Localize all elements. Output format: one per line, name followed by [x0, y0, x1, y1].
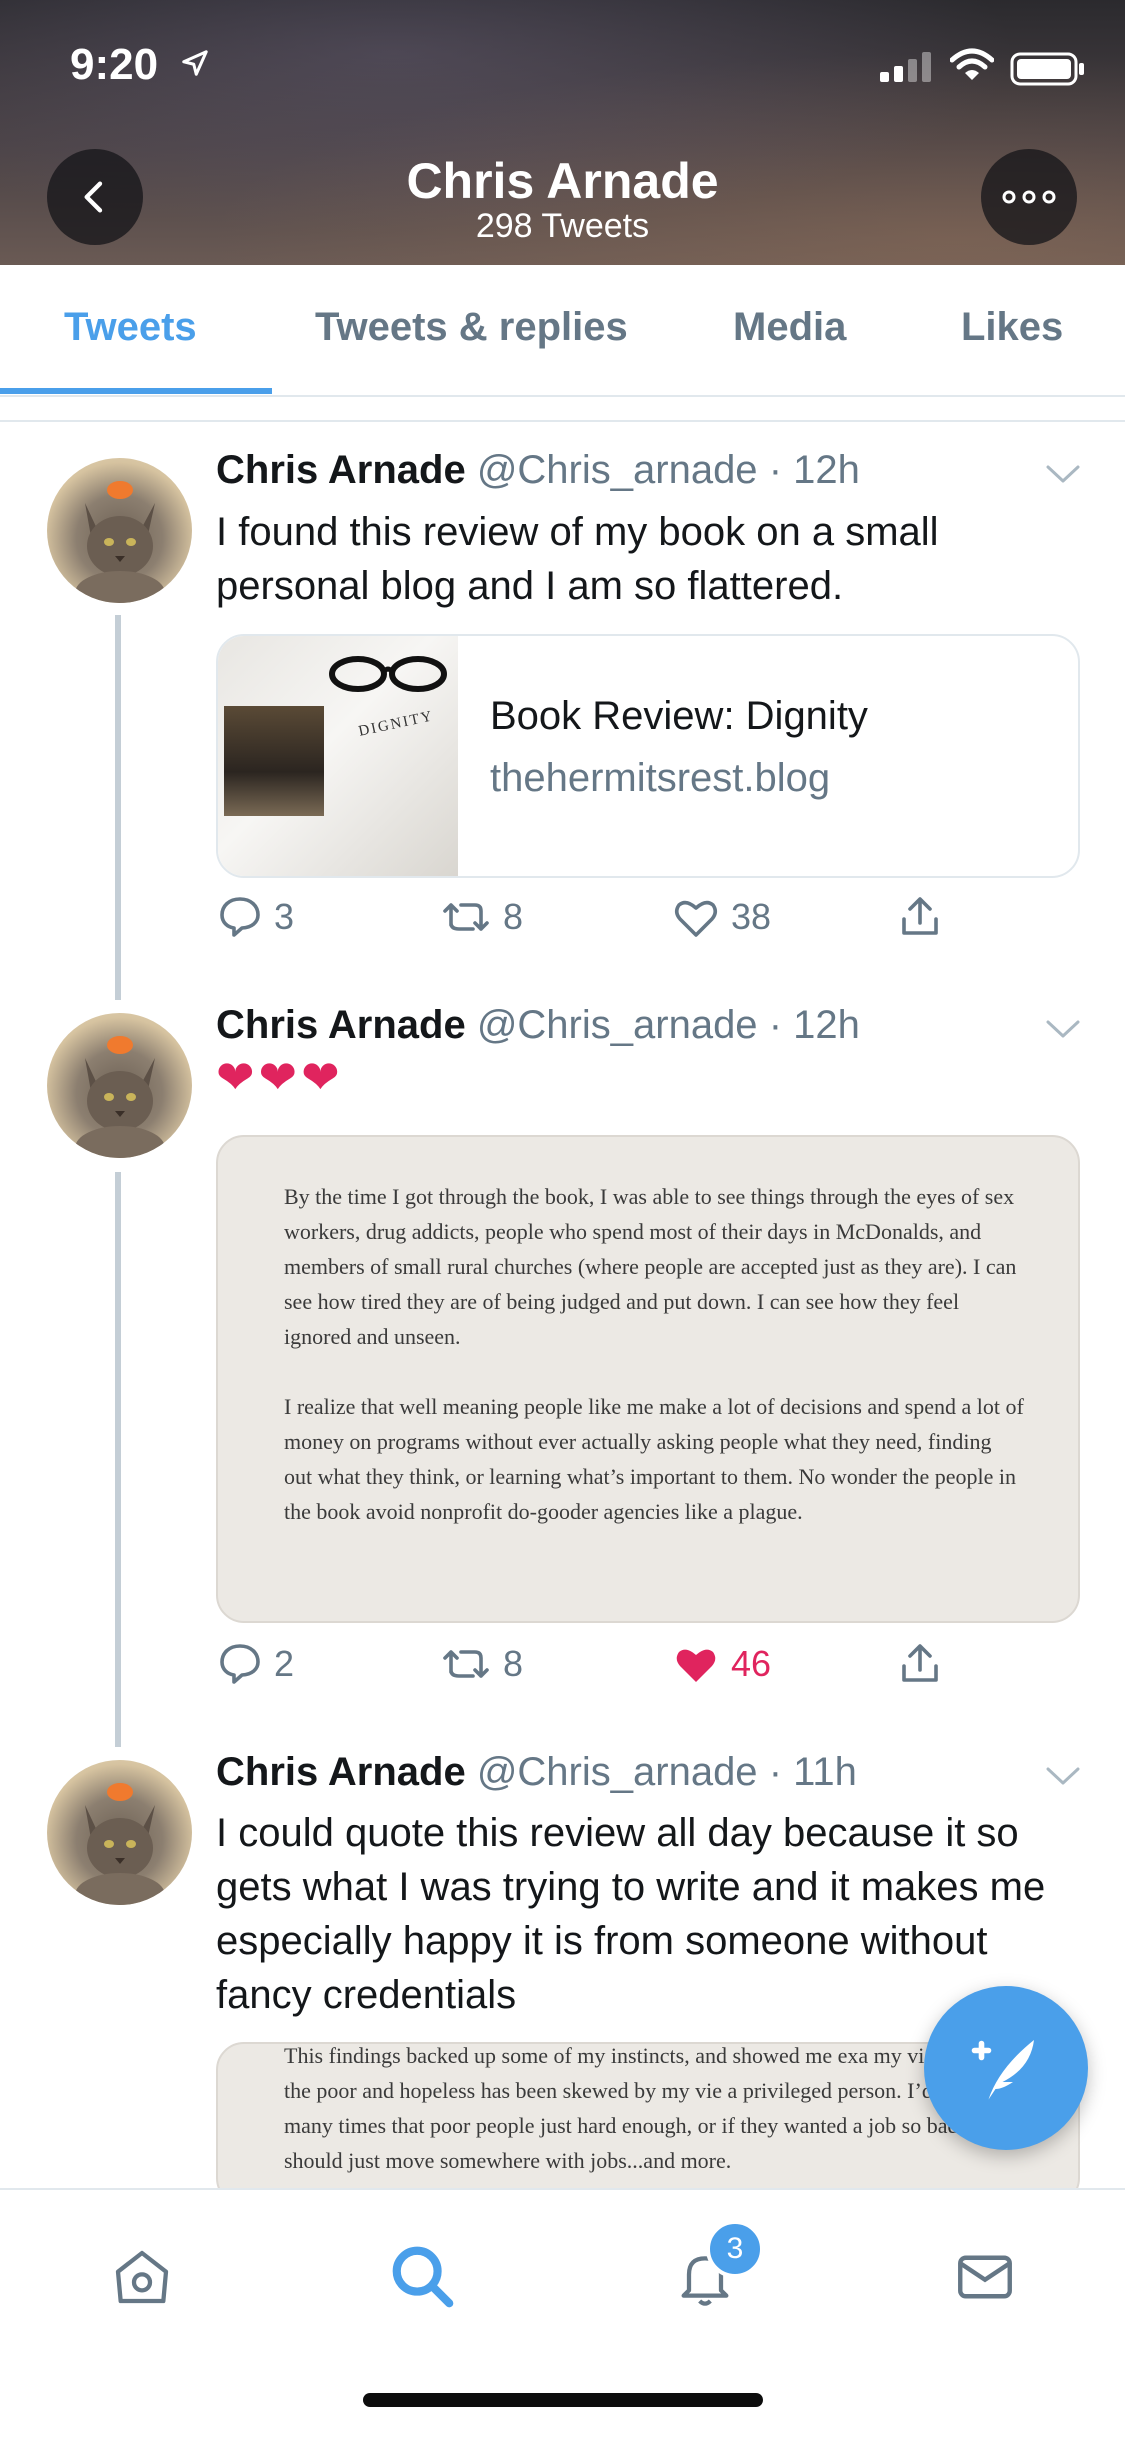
nav-notifications[interactable]: 3 [660, 2220, 764, 2322]
reply-icon [220, 897, 260, 937]
cellular-signal-icon [880, 52, 931, 82]
card-domain: thehermitsrest.blog [490, 756, 831, 800]
status-time: 9:20 [70, 40, 159, 89]
tab-likes[interactable]: Likes [961, 305, 1063, 350]
author-handle: @Chris_arnade [476, 1003, 758, 1047]
tweet-text: I found this review of my book on a smal… [216, 510, 939, 608]
tab-tweets-and-replies[interactable]: Tweets & replies [315, 305, 628, 350]
search-icon [392, 2246, 454, 2308]
tweet-header: Chris Arnade @Chris_arnade · 11h [216, 1750, 857, 1795]
compose-tweet-button[interactable] [924, 1986, 1088, 2150]
quote-image-card[interactable]: By the time I got through the book, I wa… [216, 1135, 1080, 1623]
tweet-text: I could quote this review all day becaus… [216, 1811, 1046, 2017]
cat-avatar-icon [75, 1036, 165, 1158]
book-photo [224, 706, 324, 816]
divider [0, 420, 1125, 422]
tweet-time: · 11h [768, 1750, 857, 1794]
home-icon [115, 2250, 169, 2304]
tweet-header: Chris Arnade @Chris_arnade · 12h [216, 1003, 860, 1048]
book-cover-title: DIGNITY [357, 708, 436, 740]
card-title: Book Review: Dignity [490, 694, 868, 738]
retweet-icon [443, 1650, 489, 1678]
like-button[interactable]: 46 [671, 1640, 771, 1688]
author-handle: @Chris_arnade [476, 1750, 758, 1794]
compose-feather-icon [971, 2040, 1034, 2100]
reply-button[interactable]: 3 [216, 893, 294, 941]
profile-name: Chris Arnade [406, 153, 719, 209]
retweet-button[interactable]: 8 [441, 893, 523, 941]
location-arrow-icon [182, 50, 208, 76]
home-indicator [363, 2393, 763, 2407]
heart-outline-icon [674, 900, 718, 937]
author-name[interactable]: Chris Arnade [216, 1003, 466, 1047]
notifications-badge: 3 [706, 2220, 764, 2278]
reply-button[interactable]: 2 [216, 1640, 294, 1688]
tab-media[interactable]: Media [733, 305, 846, 350]
tweet-count: 298 Tweets [475, 207, 650, 245]
like-count: 46 [731, 1643, 772, 1684]
retweet-count: 8 [503, 896, 524, 937]
share-icon [902, 897, 938, 935]
profile-tabs: Tweets Tweets & replies Media Likes [0, 265, 1125, 397]
tweet-time: · 12h [768, 1003, 860, 1047]
heart-filled-icon [676, 1649, 716, 1682]
battery-icon [1010, 52, 1084, 86]
reply-count: 3 [274, 896, 295, 937]
tweet-header: Chris Arnade @Chris_arnade · 12h [216, 448, 860, 493]
retweet-icon [443, 903, 489, 931]
more-dots-icon [1002, 190, 1056, 204]
active-tab-indicator [0, 388, 272, 394]
tab-tweets[interactable]: Tweets [64, 305, 197, 350]
heart-emojis: ❤❤❤ [216, 1051, 344, 1103]
quote-paragraph: By the time I got through the book, I wa… [284, 1184, 1017, 1349]
nav-messages[interactable] [940, 2232, 1030, 2322]
retweet-button[interactable]: 8 [441, 1640, 523, 1688]
chevron-down-icon[interactable] [1045, 1017, 1081, 1041]
avatar[interactable] [47, 458, 192, 603]
card-thumbnail: DIGNITY [218, 636, 458, 876]
nav-home[interactable] [97, 2232, 187, 2322]
link-preview-card[interactable]: DIGNITY Book Review: Dignity thehermitsr… [216, 634, 1080, 878]
chevron-down-icon[interactable] [1045, 462, 1081, 486]
thread-line [115, 615, 121, 1000]
nav-search[interactable] [378, 2232, 468, 2322]
like-button[interactable]: 38 [671, 893, 771, 941]
like-count: 38 [731, 896, 772, 937]
tweet-actions: 3 8 38 [216, 893, 1076, 953]
tweet-time: · 12h [768, 448, 860, 492]
mail-icon [958, 2255, 1012, 2299]
author-handle: @Chris_arnade [476, 448, 758, 492]
cat-avatar-icon [75, 481, 165, 603]
author-name[interactable]: Chris Arnade [216, 1750, 466, 1794]
profile-header: 9:20 Chris Arnade 298 Tweets [0, 0, 1125, 265]
share-button[interactable] [896, 1640, 954, 1688]
share-button[interactable] [896, 893, 954, 941]
avatar[interactable] [47, 1760, 192, 1905]
reply-icon [220, 1644, 260, 1684]
cat-avatar-icon [75, 1783, 165, 1905]
glasses-icon [329, 656, 447, 692]
reply-count: 2 [274, 1643, 295, 1684]
quote-paragraph: I realize that well meaning people like … [284, 1394, 1024, 1524]
wifi-icon [950, 48, 994, 80]
retweet-count: 8 [503, 1643, 524, 1684]
thread-line [115, 1172, 121, 1747]
quote-paragraph: This findings backed up some of my insti… [284, 2043, 1024, 2173]
chevron-down-icon[interactable] [1045, 1764, 1081, 1788]
tweet-actions: 2 8 46 [216, 1640, 1076, 1700]
share-icon [902, 1644, 938, 1682]
avatar[interactable] [47, 1013, 192, 1158]
more-options-button[interactable] [981, 149, 1077, 245]
author-name[interactable]: Chris Arnade [216, 448, 466, 492]
